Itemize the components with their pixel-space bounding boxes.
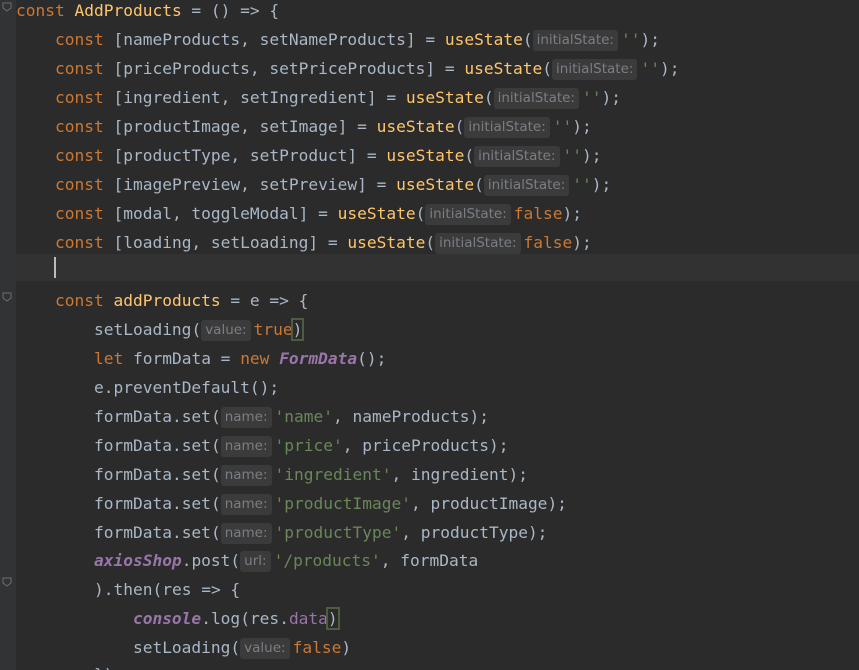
code-line[interactable]: const [priceProducts, setPriceProducts] … <box>16 54 859 83</box>
text-caret <box>54 257 56 278</box>
parameter-hint: url: <box>240 551 271 572</box>
parameter-hint: initialState: <box>435 233 521 254</box>
code-line[interactable]: axiosShop.post(url: '/products', formData <box>16 546 859 575</box>
code-line[interactable]: ).then(res => { <box>16 575 859 604</box>
parameter-hint: name: <box>220 436 272 457</box>
parameter-hint: initialState: <box>532 30 618 51</box>
code-line[interactable]: formData.set(name:'productImage', produc… <box>16 489 859 518</box>
fold-marker-icon[interactable] <box>2 577 12 587</box>
code-line[interactable]: const addProducts = e => { <box>16 286 859 315</box>
parameter-hint: value: <box>201 320 251 341</box>
code-line[interactable]: const [ingredient, setIngredient] = useS… <box>16 83 859 112</box>
fold-marker-icon[interactable] <box>2 292 12 302</box>
code-line[interactable]: console.log(res.data) <box>16 604 859 633</box>
parameter-hint: initialState: <box>425 204 511 225</box>
parameter-hint: name: <box>220 523 272 544</box>
code-line[interactable]: let formData = new FormData(); <box>16 344 859 373</box>
code-line[interactable]: const [modal, toggleModal] = useState(in… <box>16 199 859 228</box>
parameter-hint: initialState: <box>493 88 579 109</box>
parameter-hint: name: <box>220 465 272 486</box>
code-line[interactable]: formData.set(name:'ingredient', ingredie… <box>16 460 859 489</box>
fold-gutter <box>0 0 16 670</box>
parameter-hint: name: <box>220 407 272 428</box>
code-line[interactable]: const AddProducts = () => { <box>16 0 859 25</box>
code-line[interactable]: const [productImage, setImage] = useStat… <box>16 112 859 141</box>
code-line[interactable]: const [productType, setProduct] = useSta… <box>16 141 859 170</box>
fold-marker-icon[interactable] <box>2 2 12 12</box>
parameter-hint: initialState: <box>464 117 550 138</box>
code-line[interactable]: formData.set(name:'name', nameProducts); <box>16 402 859 431</box>
code-line[interactable]: }) <box>16 660 859 670</box>
code-line[interactable]: formData.set(name:'productType', product… <box>16 518 859 547</box>
code-line[interactable]: const [imagePreview, setPreview] = useSt… <box>16 170 859 199</box>
code-line[interactable]: formData.set(name:'price', priceProducts… <box>16 431 859 460</box>
parameter-hint: value: <box>240 638 290 659</box>
code-editor[interactable]: const AddProducts = () => { const [nameP… <box>0 0 859 670</box>
parameter-hint: name: <box>220 494 272 515</box>
code-line[interactable]: const [nameProducts, setNameProducts] = … <box>16 25 859 54</box>
parameter-hint: initialState: <box>474 146 560 167</box>
code-line[interactable]: e.preventDefault(); <box>16 373 859 402</box>
current-line[interactable] <box>16 254 859 281</box>
parameter-hint: initialState: <box>483 175 570 196</box>
code-line[interactable]: const [loading, setLoading] = useState(i… <box>16 228 859 257</box>
code-line[interactable]: setLoading(value: true) <box>16 315 859 344</box>
parameter-hint: initialState: <box>552 59 638 80</box>
code-line[interactable]: setLoading(value: false) <box>16 633 859 662</box>
